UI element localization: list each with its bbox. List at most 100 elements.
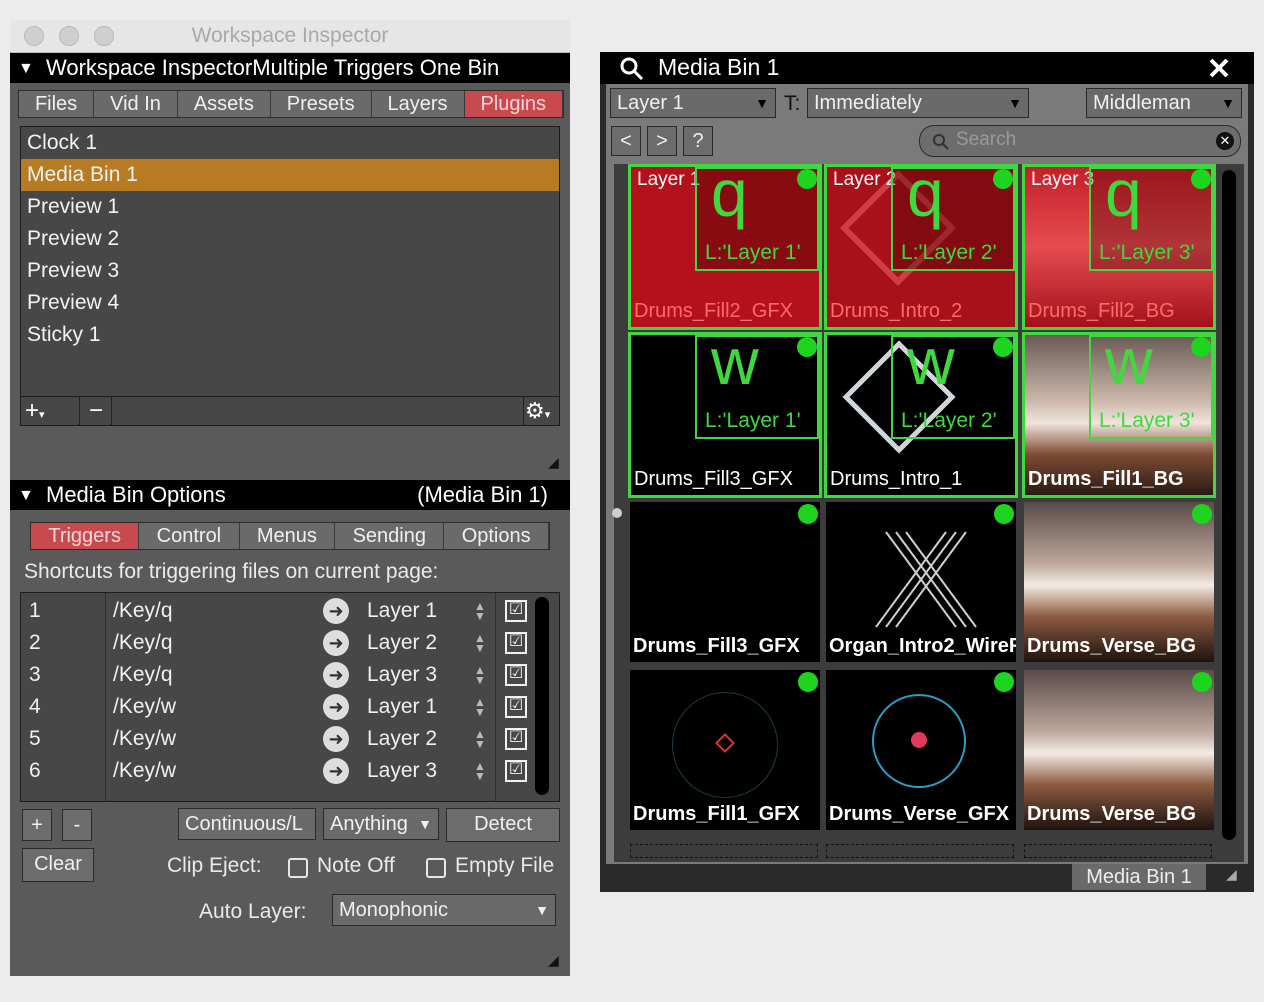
- row-layer[interactable]: Layer 1: [367, 691, 437, 723]
- help-button[interactable]: ?: [683, 126, 713, 156]
- enabled-checkbox[interactable]: ☑: [505, 664, 527, 686]
- updown-arrows-icon[interactable]: ▲ ▼: [473, 696, 487, 718]
- list-item-sticky[interactable]: Sticky 1: [21, 319, 559, 351]
- tab-options[interactable]: Options: [444, 523, 549, 549]
- tab-plugins[interactable]: Plugins: [464, 91, 564, 117]
- enabled-checkbox[interactable]: ☑: [505, 728, 527, 750]
- next-page-button[interactable]: >: [647, 126, 677, 156]
- row-key[interactable]: /Key/q: [113, 595, 173, 627]
- list-item-preview-4[interactable]: Preview 4: [21, 287, 559, 319]
- media-cell-drums-fill2-gfx[interactable]: Layer 1 q L:'Layer 1' Drums_Fill2_GFX: [628, 164, 822, 330]
- media-cell-drums-fill2-bg[interactable]: Layer 3 q L:'Layer 3' Drums_Fill2_BG: [1022, 164, 1216, 330]
- add-trigger-button[interactable]: +: [22, 809, 52, 841]
- media-cell-drums-fill3-gfx[interactable]: w L:'Layer 1' Drums_Fill3_GFX: [628, 332, 822, 498]
- gear-icon[interactable]: ⚙▾: [525, 397, 561, 425]
- media-cell-drums-intro-1[interactable]: w L:'Layer 2' Drums_Intro_1: [824, 332, 1018, 498]
- resize-handle-icon[interactable]: ◢: [548, 454, 559, 471]
- updown-arrows-icon[interactable]: ▲ ▼: [473, 760, 487, 782]
- media-cell-organ-intro2[interactable]: Organ_Intro2_WireF: [826, 502, 1016, 662]
- updown-arrows-icon[interactable]: ▲ ▼: [473, 664, 487, 686]
- enabled-checkbox[interactable]: ☑: [505, 632, 527, 654]
- tab-menus[interactable]: Menus: [240, 523, 336, 549]
- empty-slot[interactable]: [826, 844, 1014, 858]
- grid-scrollbar[interactable]: [1222, 170, 1236, 840]
- list-item-preview-3[interactable]: Preview 3: [21, 255, 559, 287]
- media-cell-drums-fill3-gfx-2[interactable]: Drums_Fill3_GFX: [630, 502, 820, 662]
- arrow-right-icon[interactable]: ➜: [323, 694, 349, 720]
- enabled-checkbox[interactable]: ☑: [505, 760, 527, 782]
- add-plugin-button[interactable]: +▾: [25, 397, 65, 425]
- row-key[interactable]: /Key/q: [113, 627, 173, 659]
- remove-plugin-button[interactable]: −: [83, 397, 109, 425]
- row-layer[interactable]: Layer 3: [367, 755, 437, 787]
- collapse-triangle-icon[interactable]: ▼: [18, 54, 34, 84]
- splitter-handle[interactable]: [612, 508, 622, 518]
- updown-arrows-icon[interactable]: ▲ ▼: [473, 728, 487, 750]
- note-off-checkbox[interactable]: [288, 858, 308, 878]
- tab-assets[interactable]: Assets: [178, 91, 271, 117]
- row-key[interactable]: /Key/w: [113, 723, 176, 755]
- tab-layers[interactable]: Layers: [372, 91, 465, 117]
- table-row[interactable]: 4 /Key/w ➜ Layer 1 ▲ ▼ ☑: [21, 691, 531, 723]
- updown-arrows-icon[interactable]: ▲ ▼: [473, 600, 487, 622]
- media-cell-drums-fill1-gfx[interactable]: Drums_Fill1_GFX: [630, 670, 820, 830]
- row-layer[interactable]: Layer 1: [367, 595, 437, 627]
- updown-arrows-icon[interactable]: ▲ ▼: [473, 632, 487, 654]
- list-item-preview-2[interactable]: Preview 2: [21, 223, 559, 255]
- anything-dropdown[interactable]: Anything ▼: [323, 808, 439, 840]
- media-cell-drums-verse-gfx[interactable]: Drums_Verse_GFX: [826, 670, 1016, 830]
- table-row[interactable]: 6 /Key/w ➜ Layer 3 ▲ ▼ ☑: [21, 755, 531, 787]
- row-layer[interactable]: Layer 2: [367, 627, 437, 659]
- arrow-right-icon[interactable]: ➜: [323, 758, 349, 784]
- enabled-checkbox[interactable]: ☑: [505, 696, 527, 718]
- enabled-checkbox[interactable]: ☑: [505, 600, 527, 622]
- window-titlebar[interactable]: Workspace Inspector: [10, 20, 570, 53]
- table-row[interactable]: 3 /Key/q ➜ Layer 3 ▲ ▼ ☑: [21, 659, 531, 691]
- table-row[interactable]: 2 /Key/q ➜ Layer 2 ▲ ▼ ☑: [21, 627, 531, 659]
- page-tab-media-bin-1[interactable]: Media Bin 1: [1072, 864, 1206, 890]
- arrow-right-icon[interactable]: ➜: [323, 598, 349, 624]
- clear-search-icon[interactable]: ✕: [1216, 132, 1234, 150]
- media-cell-drums-fill1-bg[interactable]: w L:'Layer 3' Drums_Fill1_BG: [1022, 332, 1216, 498]
- middleman-dropdown[interactable]: Middleman ▼: [1086, 88, 1242, 118]
- list-item-preview-1[interactable]: Preview 1: [21, 191, 559, 223]
- empty-slot[interactable]: [630, 844, 818, 858]
- row-layer[interactable]: Layer 2: [367, 723, 437, 755]
- timing-dropdown[interactable]: Immediately ▼: [807, 88, 1029, 118]
- options-header[interactable]: ▼ Media Bin Options (Media Bin 1): [10, 480, 570, 510]
- list-item-clock[interactable]: Clock 1: [21, 127, 559, 159]
- row-key[interactable]: /Key/q: [113, 659, 173, 691]
- layer-dropdown[interactable]: Layer 1 ▼: [610, 88, 776, 118]
- close-icon[interactable]: [1208, 57, 1230, 79]
- arrow-right-icon[interactable]: ➜: [323, 630, 349, 656]
- tab-presets[interactable]: Presets: [271, 91, 372, 117]
- tab-control[interactable]: Control: [139, 523, 240, 549]
- row-key[interactable]: /Key/w: [113, 755, 176, 787]
- empty-slot[interactable]: [1024, 844, 1212, 858]
- arrow-right-icon[interactable]: ➜: [323, 662, 349, 688]
- media-bin-titlebar[interactable]: Media Bin 1: [600, 52, 1254, 84]
- empty-file-checkbox[interactable]: [426, 858, 446, 878]
- arrow-right-icon[interactable]: ➜: [323, 726, 349, 752]
- resize-handle-icon[interactable]: ◢: [1226, 866, 1237, 883]
- table-row[interactable]: 5 /Key/w ➜ Layer 2 ▲ ▼ ☑: [21, 723, 531, 755]
- tab-sending[interactable]: Sending: [335, 523, 445, 549]
- row-key[interactable]: /Key/w: [113, 691, 176, 723]
- row-layer[interactable]: Layer 3: [367, 659, 437, 691]
- media-cell-drums-verse-bg-2[interactable]: Drums_Verse_BG: [1024, 670, 1214, 830]
- media-cell-drums-intro-2[interactable]: Layer 2 q L:'Layer 2' Drums_Intro_2: [824, 164, 1018, 330]
- media-cell-drums-verse-bg[interactable]: Drums_Verse_BG: [1024, 502, 1214, 662]
- inspector-header[interactable]: ▼ Workspace InspectorMultiple Triggers O…: [10, 53, 570, 83]
- prev-page-button[interactable]: <: [611, 126, 641, 156]
- tab-triggers[interactable]: Triggers: [31, 523, 140, 549]
- table-scrollbar[interactable]: [535, 597, 549, 795]
- detect-button[interactable]: Detect: [446, 808, 560, 842]
- resize-handle-icon[interactable]: ◢: [548, 952, 559, 969]
- auto-layer-dropdown[interactable]: Monophonic ▼: [332, 894, 556, 926]
- list-item-media-bin[interactable]: Media Bin 1: [21, 159, 559, 191]
- search-field[interactable]: Search ✕: [919, 125, 1241, 157]
- continuous-dropdown[interactable]: Continuous/L: [178, 808, 316, 840]
- remove-trigger-button[interactable]: -: [62, 809, 92, 841]
- collapse-triangle-icon[interactable]: ▼: [18, 481, 34, 511]
- table-row[interactable]: 1 /Key/q ➜ Layer 1 ▲ ▼ ☑: [21, 595, 531, 627]
